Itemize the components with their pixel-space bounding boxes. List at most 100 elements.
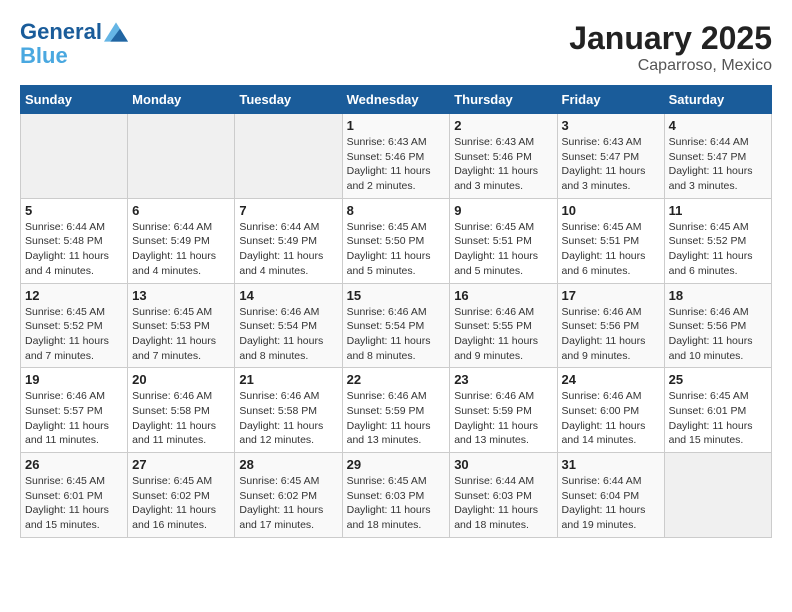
day-number: 10 xyxy=(562,203,660,218)
day-number: 8 xyxy=(347,203,446,218)
day-info: Sunrise: 6:45 AMSunset: 6:02 PMDaylight:… xyxy=(132,474,230,533)
daylight-hours: Daylight: 11 hours and 9 minutes. xyxy=(454,335,538,362)
day-number: 22 xyxy=(347,372,446,387)
daylight-hours: Daylight: 11 hours and 3 minutes. xyxy=(669,165,753,192)
daylight-hours: Daylight: 11 hours and 2 minutes. xyxy=(347,165,431,192)
day-number: 12 xyxy=(25,288,123,303)
day-number: 21 xyxy=(239,372,337,387)
day-cell: 14 Sunrise: 6:46 AMSunset: 5:54 PMDayligh… xyxy=(235,283,342,368)
day-info: Sunrise: 6:43 AMSunset: 5:46 PMDaylight:… xyxy=(347,135,446,194)
weekday-header-wednesday: Wednesday xyxy=(342,86,450,114)
day-cell xyxy=(128,114,235,199)
day-number: 27 xyxy=(132,457,230,472)
day-number: 31 xyxy=(562,457,660,472)
day-info: Sunrise: 6:43 AMSunset: 5:46 PMDaylight:… xyxy=(454,135,552,194)
day-cell: 13 Sunrise: 6:45 AMSunset: 5:53 PMDayligh… xyxy=(128,283,235,368)
day-info: Sunrise: 6:46 AMSunset: 5:57 PMDaylight:… xyxy=(25,389,123,448)
week-row-1: 1 Sunrise: 6:43 AMSunset: 5:46 PMDaylight… xyxy=(21,114,772,199)
weekday-header-friday: Friday xyxy=(557,86,664,114)
day-cell: 7 Sunrise: 6:44 AMSunset: 5:49 PMDaylight… xyxy=(235,198,342,283)
day-info: Sunrise: 6:46 AMSunset: 5:54 PMDaylight:… xyxy=(239,305,337,364)
weekday-header-thursday: Thursday xyxy=(450,86,557,114)
day-number: 18 xyxy=(669,288,767,303)
daylight-hours: Daylight: 11 hours and 10 minutes. xyxy=(669,335,753,362)
day-cell: 12Sunrise: 6:45 AMSunset: 5:52 PMDayligh… xyxy=(21,283,128,368)
day-cell: 11Sunrise: 6:45 AMSunset: 5:52 PMDayligh… xyxy=(664,198,771,283)
day-number: 9 xyxy=(454,203,552,218)
day-info: Sunrise: 6:45 AMSunset: 6:03 PMDaylight:… xyxy=(347,474,446,533)
day-info: Sunrise: 6:46 AMSunset: 5:58 PMDaylight:… xyxy=(239,389,337,448)
day-number: 11 xyxy=(669,203,767,218)
daylight-hours: Daylight: 11 hours and 16 minutes. xyxy=(132,504,216,531)
daylight-hours: Daylight: 11 hours and 6 minutes. xyxy=(669,250,753,277)
daylight-hours: Daylight: 11 hours and 17 minutes. xyxy=(239,504,323,531)
daylight-hours: Daylight: 11 hours and 18 minutes. xyxy=(454,504,538,531)
day-cell: 19Sunrise: 6:46 AMSunset: 5:57 PMDayligh… xyxy=(21,368,128,453)
logo: General Blue xyxy=(20,20,128,68)
daylight-hours: Daylight: 11 hours and 4 minutes. xyxy=(132,250,216,277)
day-number: 15 xyxy=(347,288,446,303)
day-info: Sunrise: 6:44 AMSunset: 6:03 PMDaylight:… xyxy=(454,474,552,533)
day-number: 3 xyxy=(562,118,660,133)
weekday-header-sunday: Sunday xyxy=(21,86,128,114)
day-number: 2 xyxy=(454,118,552,133)
day-number: 14 xyxy=(239,288,337,303)
daylight-hours: Daylight: 11 hours and 5 minutes. xyxy=(454,250,538,277)
day-number: 7 xyxy=(239,203,337,218)
daylight-hours: Daylight: 11 hours and 3 minutes. xyxy=(562,165,646,192)
day-info: Sunrise: 6:45 AMSunset: 5:53 PMDaylight:… xyxy=(132,305,230,364)
day-cell: 25 Sunrise: 6:45 AMSunset: 6:01 PMDayligh… xyxy=(664,368,771,453)
day-cell xyxy=(235,114,342,199)
day-cell: 27 Sunrise: 6:45 AMSunset: 6:02 PMDayligh… xyxy=(128,453,235,538)
day-number: 26 xyxy=(25,457,123,472)
day-cell: 1 Sunrise: 6:43 AMSunset: 5:46 PMDaylight… xyxy=(342,114,450,199)
day-info: Sunrise: 6:44 AMSunset: 5:49 PMDaylight:… xyxy=(239,220,337,279)
logo-text: General xyxy=(20,20,102,44)
day-cell: 5 Sunrise: 6:44 AMSunset: 5:48 PMDaylight… xyxy=(21,198,128,283)
daylight-hours: Daylight: 11 hours and 4 minutes. xyxy=(25,250,109,277)
day-cell: 9Sunrise: 6:45 AMSunset: 5:51 PMDaylight… xyxy=(450,198,557,283)
day-cell: 17Sunrise: 6:46 AMSunset: 5:56 PMDayligh… xyxy=(557,283,664,368)
day-info: Sunrise: 6:44 AMSunset: 6:04 PMDaylight:… xyxy=(562,474,660,533)
logo-blue-text: Blue xyxy=(20,44,68,68)
day-cell: 22 Sunrise: 6:46 AMSunset: 5:59 PMDayligh… xyxy=(342,368,450,453)
day-info: Sunrise: 6:45 AMSunset: 5:51 PMDaylight:… xyxy=(562,220,660,279)
day-info: Sunrise: 6:46 AMSunset: 5:55 PMDaylight:… xyxy=(454,305,552,364)
day-cell: 6Sunrise: 6:44 AMSunset: 5:49 PMDaylight… xyxy=(128,198,235,283)
day-number: 1 xyxy=(347,118,446,133)
location: Caparroso, Mexico xyxy=(569,57,772,75)
day-number: 13 xyxy=(132,288,230,303)
daylight-hours: Daylight: 11 hours and 13 minutes. xyxy=(347,420,431,447)
day-number: 25 xyxy=(669,372,767,387)
day-number: 5 xyxy=(25,203,123,218)
week-row-3: 12Sunrise: 6:45 AMSunset: 5:52 PMDayligh… xyxy=(21,283,772,368)
daylight-hours: Daylight: 11 hours and 6 minutes. xyxy=(562,250,646,277)
daylight-hours: Daylight: 11 hours and 7 minutes. xyxy=(132,335,216,362)
weekday-header-monday: Monday xyxy=(128,86,235,114)
daylight-hours: Daylight: 11 hours and 18 minutes. xyxy=(347,504,431,531)
day-info: Sunrise: 6:44 AMSunset: 5:48 PMDaylight:… xyxy=(25,220,123,279)
day-number: 4 xyxy=(669,118,767,133)
day-info: Sunrise: 6:45 AMSunset: 6:01 PMDaylight:… xyxy=(669,389,767,448)
daylight-hours: Daylight: 11 hours and 8 minutes. xyxy=(347,335,431,362)
title-block: January 2025 Caparroso, Mexico xyxy=(569,20,772,75)
day-cell xyxy=(664,453,771,538)
daylight-hours: Daylight: 11 hours and 15 minutes. xyxy=(669,420,753,447)
day-info: Sunrise: 6:45 AMSunset: 5:50 PMDaylight:… xyxy=(347,220,446,279)
day-info: Sunrise: 6:45 AMSunset: 6:01 PMDaylight:… xyxy=(25,474,123,533)
day-info: Sunrise: 6:46 AMSunset: 5:59 PMDaylight:… xyxy=(347,389,446,448)
day-info: Sunrise: 6:44 AMSunset: 5:47 PMDaylight:… xyxy=(669,135,767,194)
day-cell: 2 Sunrise: 6:43 AMSunset: 5:46 PMDaylight… xyxy=(450,114,557,199)
weekday-header-saturday: Saturday xyxy=(664,86,771,114)
day-cell: 15Sunrise: 6:46 AMSunset: 5:54 PMDayligh… xyxy=(342,283,450,368)
daylight-hours: Daylight: 11 hours and 4 minutes. xyxy=(239,250,323,277)
daylight-hours: Daylight: 11 hours and 14 minutes. xyxy=(562,420,646,447)
day-cell xyxy=(21,114,128,199)
day-number: 6 xyxy=(132,203,230,218)
day-info: Sunrise: 6:46 AMSunset: 5:58 PMDaylight:… xyxy=(132,389,230,448)
day-number: 29 xyxy=(347,457,446,472)
week-row-2: 5 Sunrise: 6:44 AMSunset: 5:48 PMDaylight… xyxy=(21,198,772,283)
daylight-hours: Daylight: 11 hours and 9 minutes. xyxy=(562,335,646,362)
day-info: Sunrise: 6:46 AMSunset: 5:56 PMDaylight:… xyxy=(669,305,767,364)
day-info: Sunrise: 6:46 AMSunset: 5:56 PMDaylight:… xyxy=(562,305,660,364)
